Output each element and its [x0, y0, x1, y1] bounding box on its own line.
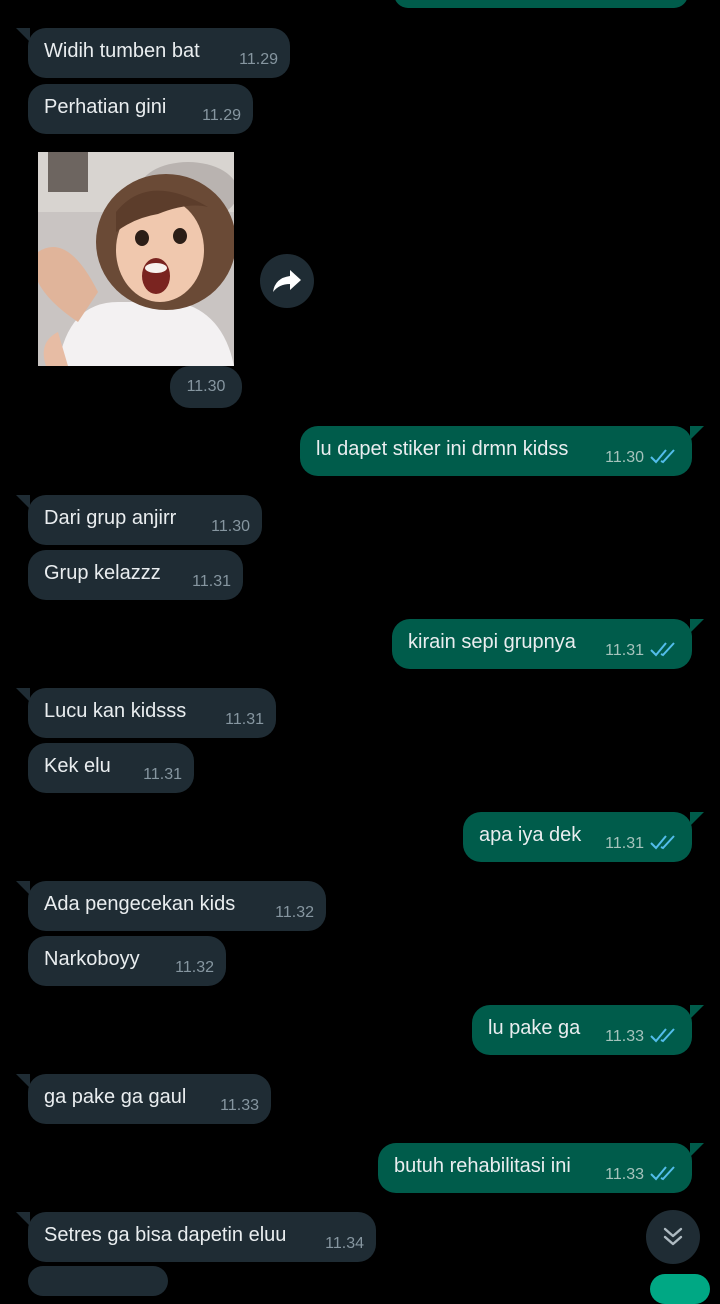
- outgoing-message[interactable]: kirain sepi grupnya 11.31: [392, 619, 704, 669]
- message-time: 11.31: [143, 766, 182, 783]
- message-time: 11.34: [325, 1235, 364, 1252]
- girl-sticker-picture: [38, 152, 234, 366]
- chat-area[interactable]: Widih tumben bat 11.29 Perhatian gini 11…: [0, 0, 720, 1304]
- incoming-message[interactable]: Ada pengecekan kids 11.32: [16, 881, 326, 931]
- double-check-icon: [650, 1166, 675, 1181]
- double-check-icon: [650, 642, 675, 657]
- message-text: Ada pengecekan kids: [44, 893, 236, 915]
- outgoing-message[interactable]: butuh rehabilitasi ini 11.33: [378, 1143, 704, 1193]
- message-time: 11.29: [239, 51, 278, 68]
- message-text: apa iya dek: [479, 824, 582, 846]
- message-time: 11.30: [211, 518, 250, 535]
- incoming-message[interactable]: Dari grup anjirr 11.30: [16, 495, 262, 545]
- incoming-message[interactable]: Perhatian gini 11.29: [28, 84, 253, 134]
- incoming-message[interactable]: Narkoboyy 11.32: [28, 936, 226, 986]
- message-time: 11.29: [202, 107, 241, 124]
- message-text: ga pake ga gaul: [44, 1086, 187, 1108]
- outgoing-message[interactable]: apa iya dek 11.31: [463, 812, 704, 862]
- outgoing-message[interactable]: lu dapet stiker ini drmn kidss 11.30: [300, 426, 704, 476]
- double-check-icon: [650, 449, 675, 464]
- forward-arrow-icon: [273, 270, 301, 292]
- message-text: Widih tumben bat: [44, 40, 200, 62]
- message-time: 11.31: [225, 711, 264, 728]
- incoming-message[interactable]: Lucu kan kidsss 11.31: [16, 688, 276, 738]
- message-time: 11.31: [605, 835, 644, 852]
- double-check-icon: [650, 1028, 675, 1043]
- incoming-message[interactable]: Grup kelazzz 11.31: [28, 550, 243, 600]
- message-text: lu pake ga: [488, 1017, 581, 1039]
- double-check-icon: [650, 835, 675, 850]
- message-time: 11.31: [605, 642, 644, 659]
- incoming-message[interactable]: Kek elu 11.31: [28, 743, 194, 793]
- sticker-time: 11.30: [170, 366, 242, 408]
- message-text: Narkoboyy: [44, 948, 140, 970]
- double-chevron-down-icon: [663, 1227, 683, 1246]
- outgoing-message[interactable]: lu pake ga 11.33: [472, 1005, 704, 1055]
- message-time: 11.33: [220, 1097, 259, 1114]
- message-time: 11.30: [605, 449, 644, 466]
- forward-button[interactable]: [260, 254, 314, 308]
- next-outgoing-bubble: [650, 1274, 710, 1304]
- message-text: Grup kelazzz: [44, 562, 161, 584]
- previous-outgoing-bubble: [394, 0, 688, 8]
- message-text: kirain sepi grupnya: [408, 631, 576, 653]
- message-text: Lucu kan kidsss: [44, 700, 187, 722]
- message-text: lu dapet stiker ini drmn kidss: [316, 438, 569, 460]
- message-text: Dari grup anjirr: [44, 507, 177, 529]
- incoming-message[interactable]: Setres ga bisa dapetin eluu 11.34: [16, 1212, 376, 1262]
- incoming-message[interactable]: Widih tumben bat 11.29: [16, 28, 290, 78]
- sticker-image[interactable]: [38, 152, 234, 366]
- incoming-message[interactable]: ga pake ga gaul 11.33: [16, 1074, 271, 1124]
- message-time: 11.32: [175, 959, 214, 976]
- message-time: 11.31: [192, 573, 231, 590]
- message-text: Setres ga bisa dapetin eluu: [44, 1224, 287, 1246]
- message-time: 11.33: [605, 1028, 644, 1045]
- message-time: 11.33: [605, 1166, 644, 1183]
- message-time: 11.32: [275, 904, 314, 921]
- scroll-to-bottom-button[interactable]: [646, 1210, 700, 1264]
- message-text: Kek elu: [44, 755, 111, 777]
- message-text: Perhatian gini: [44, 96, 167, 118]
- message-text: butuh rehabilitasi ini: [394, 1155, 571, 1177]
- next-incoming-bubble: [28, 1266, 168, 1296]
